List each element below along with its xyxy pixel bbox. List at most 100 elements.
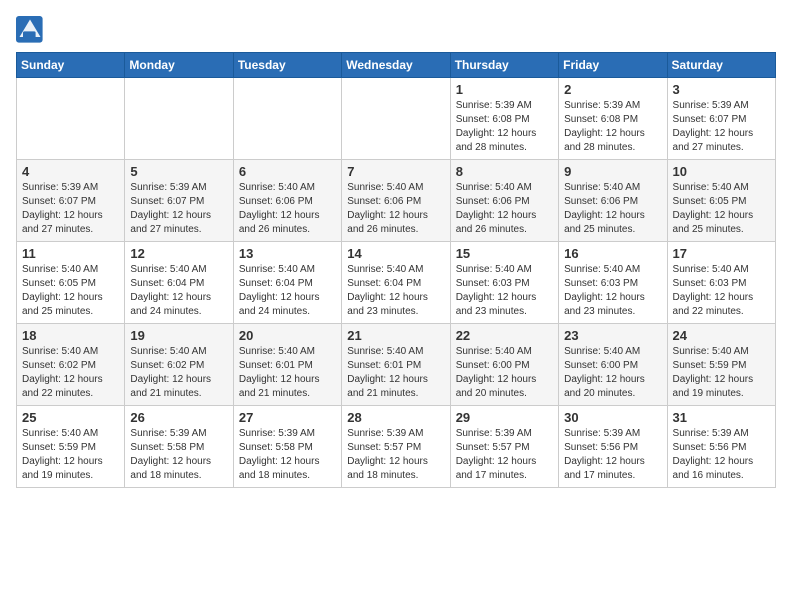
day-info: Sunrise: 5:39 AM Sunset: 5:57 PM Dayligh… [347,427,444,483]
calendar-cell: 22 Sunrise: 5:40 AM Sunset: 6:00 PM Dayli… [450,324,558,406]
calendar-cell: 30 Sunrise: 5:39 AM Sunset: 5:56 PM Dayli… [559,406,667,488]
day-info: Sunrise: 5:40 AM Sunset: 6:06 PM Dayligh… [239,181,336,237]
calendar-header: SundayMondayTuesdayWednesdayThursdayFrid… [17,53,776,78]
day-info: Sunrise: 5:40 AM Sunset: 6:01 PM Dayligh… [239,345,336,401]
calendar-cell: 2 Sunrise: 5:39 AM Sunset: 6:08 PM Daylig… [559,78,667,160]
day-number: 11 [22,246,119,261]
day-info: Sunrise: 5:40 AM Sunset: 5:59 PM Dayligh… [673,345,770,401]
weekday-header-friday: Friday [559,53,667,78]
calendar-cell: 3 Sunrise: 5:39 AM Sunset: 6:07 PM Daylig… [667,78,775,160]
day-info: Sunrise: 5:40 AM Sunset: 6:05 PM Dayligh… [673,181,770,237]
day-number: 29 [456,410,553,425]
day-number: 3 [673,82,770,97]
weekday-header-row: SundayMondayTuesdayWednesdayThursdayFrid… [17,53,776,78]
day-info: Sunrise: 5:40 AM Sunset: 6:00 PM Dayligh… [456,345,553,401]
day-number: 8 [456,164,553,179]
calendar-cell: 31 Sunrise: 5:39 AM Sunset: 5:56 PM Dayli… [667,406,775,488]
day-number: 7 [347,164,444,179]
day-info: Sunrise: 5:40 AM Sunset: 6:05 PM Dayligh… [22,263,119,319]
calendar-cell: 25Sunrise: 5:40 AM Sunset: 5:59 PM Dayli… [17,406,125,488]
calendar-cell: 17 Sunrise: 5:40 AM Sunset: 6:03 PM Dayli… [667,242,775,324]
day-info: Sunrise: 5:40 AM Sunset: 6:04 PM Dayligh… [130,263,227,319]
calendar-cell: 16Sunrise: 5:40 AM Sunset: 6:03 PM Dayli… [559,242,667,324]
day-info: Sunrise: 5:40 AM Sunset: 6:01 PM Dayligh… [347,345,444,401]
day-number: 15 [456,246,553,261]
calendar-table: SundayMondayTuesdayWednesdayThursdayFrid… [16,52,776,488]
day-number: 12 [130,246,227,261]
calendar-week-4: 18 Sunrise: 5:40 AM Sunset: 6:02 PM Dayli… [17,324,776,406]
day-number: 26 [130,410,227,425]
day-info: Sunrise: 5:39 AM Sunset: 5:56 PM Dayligh… [673,427,770,483]
day-info: Sunrise: 5:40 AM Sunset: 6:04 PM Dayligh… [239,263,336,319]
calendar-cell: 29 Sunrise: 5:39 AM Sunset: 5:57 PM Dayli… [450,406,558,488]
calendar-cell: 18 Sunrise: 5:40 AM Sunset: 6:02 PM Dayli… [17,324,125,406]
calendar-cell: 26 Sunrise: 5:39 AM Sunset: 5:58 PM Dayli… [125,406,233,488]
day-number: 18 [22,328,119,343]
calendar-cell: 7 Sunrise: 5:40 AM Sunset: 6:06 PM Daylig… [342,160,450,242]
calendar-cell [233,78,341,160]
weekday-header-wednesday: Wednesday [342,53,450,78]
calendar-cell: 14Sunrise: 5:40 AM Sunset: 6:04 PM Dayli… [342,242,450,324]
calendar-cell: 9 Sunrise: 5:40 AM Sunset: 6:06 PM Daylig… [559,160,667,242]
day-info: Sunrise: 5:40 AM Sunset: 6:04 PM Dayligh… [347,263,444,319]
day-info: Sunrise: 5:40 AM Sunset: 6:02 PM Dayligh… [22,345,119,401]
day-info: Sunrise: 5:40 AM Sunset: 6:00 PM Dayligh… [564,345,661,401]
day-number: 19 [130,328,227,343]
calendar-cell [342,78,450,160]
day-info: Sunrise: 5:39 AM Sunset: 6:08 PM Dayligh… [564,99,661,155]
calendar-cell [17,78,125,160]
day-info: Sunrise: 5:40 AM Sunset: 6:06 PM Dayligh… [564,181,661,237]
calendar-cell: 8Sunrise: 5:40 AM Sunset: 6:06 PM Daylig… [450,160,558,242]
day-number: 24 [673,328,770,343]
day-number: 20 [239,328,336,343]
calendar-cell: 21Sunrise: 5:40 AM Sunset: 6:01 PM Dayli… [342,324,450,406]
calendar-cell: 10 Sunrise: 5:40 AM Sunset: 6:05 PM Dayli… [667,160,775,242]
day-info: Sunrise: 5:39 AM Sunset: 6:07 PM Dayligh… [130,181,227,237]
day-number: 2 [564,82,661,97]
weekday-header-saturday: Saturday [667,53,775,78]
calendar-cell: 24 Sunrise: 5:40 AM Sunset: 5:59 PM Dayli… [667,324,775,406]
day-info: Sunrise: 5:39 AM Sunset: 5:57 PM Dayligh… [456,427,553,483]
weekday-header-sunday: Sunday [17,53,125,78]
day-number: 10 [673,164,770,179]
calendar-cell: 27 Sunrise: 5:39 AM Sunset: 5:58 PM Dayli… [233,406,341,488]
day-number: 9 [564,164,661,179]
day-number: 25 [22,410,119,425]
day-number: 6 [239,164,336,179]
calendar-cell: 28 Sunrise: 5:39 AM Sunset: 5:57 PM Dayli… [342,406,450,488]
day-info: Sunrise: 5:40 AM Sunset: 6:06 PM Dayligh… [347,181,444,237]
day-info: Sunrise: 5:40 AM Sunset: 6:03 PM Dayligh… [673,263,770,319]
day-number: 5 [130,164,227,179]
calendar-cell: 1Sunrise: 5:39 AM Sunset: 6:08 PM Daylig… [450,78,558,160]
calendar-cell: 4Sunrise: 5:39 AM Sunset: 6:07 PM Daylig… [17,160,125,242]
day-number: 27 [239,410,336,425]
day-info: Sunrise: 5:39 AM Sunset: 6:07 PM Dayligh… [673,99,770,155]
calendar-cell: 19Sunrise: 5:40 AM Sunset: 6:02 PM Dayli… [125,324,233,406]
day-number: 23 [564,328,661,343]
day-number: 28 [347,410,444,425]
day-number: 13 [239,246,336,261]
day-info: Sunrise: 5:40 AM Sunset: 6:03 PM Dayligh… [564,263,661,319]
calendar-cell: 6 Sunrise: 5:40 AM Sunset: 6:06 PM Daylig… [233,160,341,242]
calendar-body: 1Sunrise: 5:39 AM Sunset: 6:08 PM Daylig… [17,78,776,488]
day-info: Sunrise: 5:39 AM Sunset: 5:58 PM Dayligh… [239,427,336,483]
day-number: 30 [564,410,661,425]
calendar-cell: 15 Sunrise: 5:40 AM Sunset: 6:03 PM Dayli… [450,242,558,324]
calendar-cell: 11 Sunrise: 5:40 AM Sunset: 6:05 PM Dayli… [17,242,125,324]
calendar-cell [125,78,233,160]
calendar-cell: 23 Sunrise: 5:40 AM Sunset: 6:00 PM Dayli… [559,324,667,406]
calendar-cell: 12 Sunrise: 5:40 AM Sunset: 6:04 PM Dayli… [125,242,233,324]
day-number: 22 [456,328,553,343]
calendar-cell: 20 Sunrise: 5:40 AM Sunset: 6:01 PM Dayli… [233,324,341,406]
day-number: 31 [673,410,770,425]
day-number: 17 [673,246,770,261]
day-info: Sunrise: 5:39 AM Sunset: 5:56 PM Dayligh… [564,427,661,483]
day-info: Sunrise: 5:39 AM Sunset: 6:08 PM Dayligh… [456,99,553,155]
logo [16,16,48,44]
calendar-week-3: 11 Sunrise: 5:40 AM Sunset: 6:05 PM Dayli… [17,242,776,324]
weekday-header-monday: Monday [125,53,233,78]
day-info: Sunrise: 5:40 AM Sunset: 6:03 PM Dayligh… [456,263,553,319]
page-header [16,16,776,44]
day-number: 4 [22,164,119,179]
day-info: Sunrise: 5:39 AM Sunset: 5:58 PM Dayligh… [130,427,227,483]
